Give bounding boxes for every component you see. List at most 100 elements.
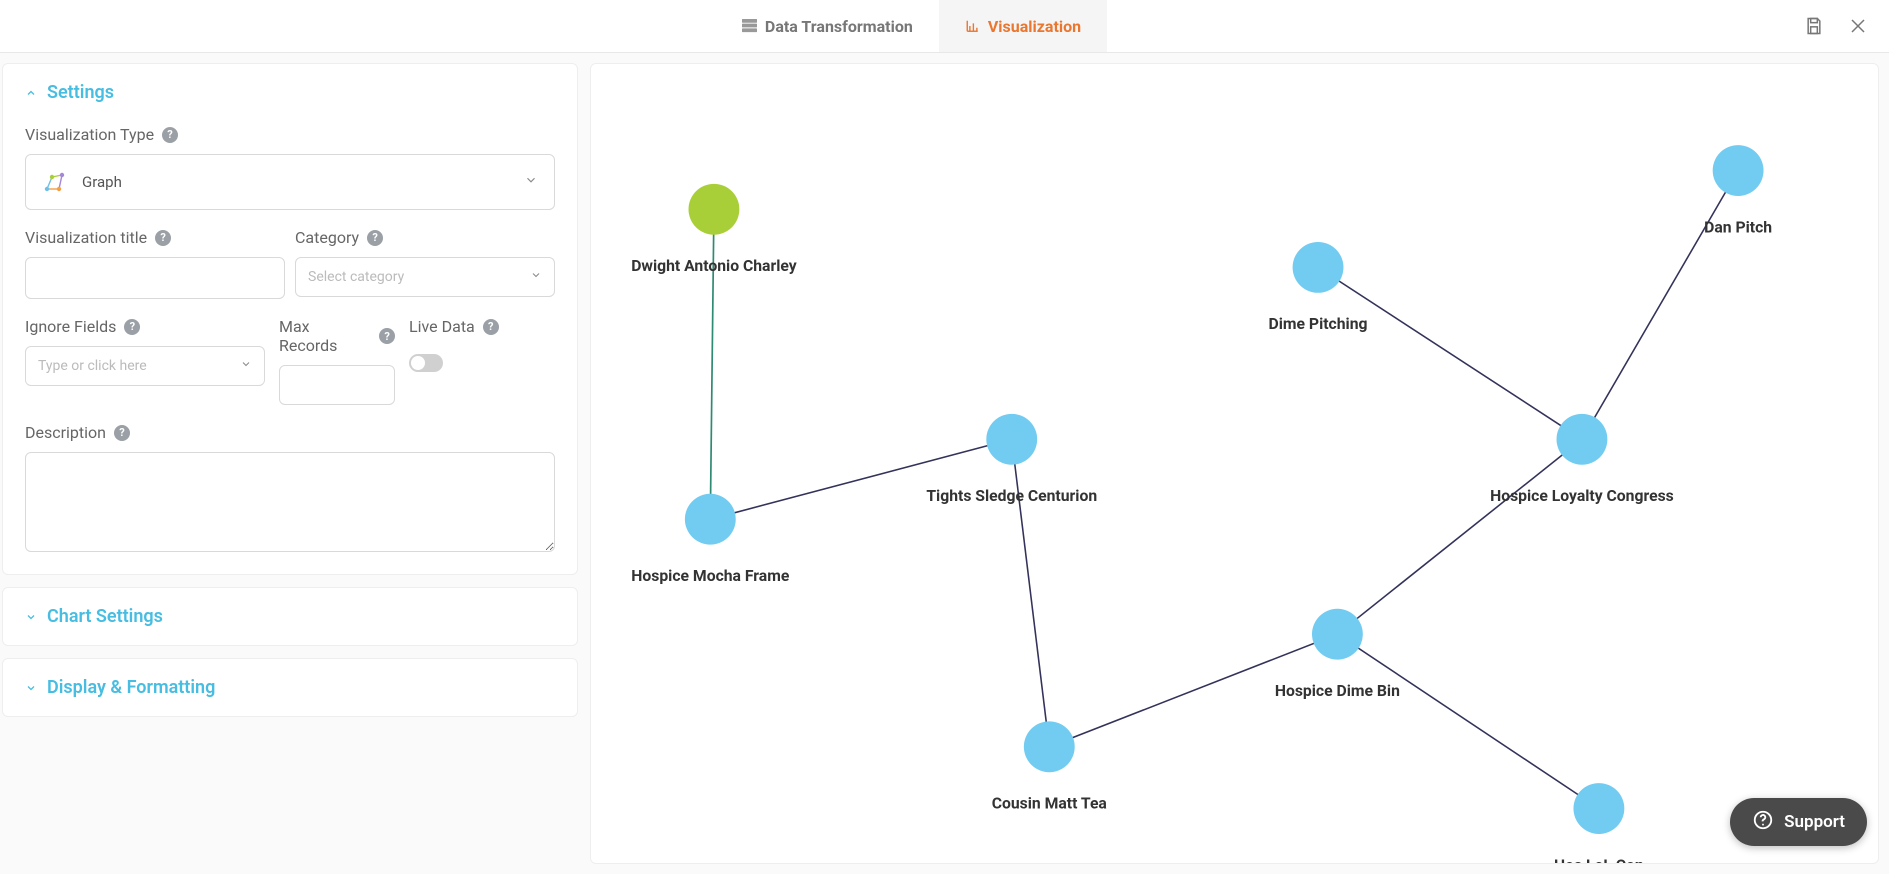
row-ignore-max-live: Ignore Fields ? Type or click here Ma <box>25 317 555 405</box>
panel-chart-settings-title: Chart Settings <box>47 606 163 627</box>
chevron-down-icon <box>25 682 37 694</box>
graph-node[interactable] <box>1573 783 1624 834</box>
label-ignore-text: Ignore Fields <box>25 317 116 336</box>
live-data-toggle[interactable] <box>409 354 443 372</box>
graph-node[interactable] <box>1024 721 1075 772</box>
close-icon[interactable] <box>1847 15 1869 37</box>
viz-type-select[interactable]: Graph <box>25 154 555 210</box>
sidebar: Settings Visualization Type ? Graph <box>2 63 578 864</box>
graph-svg[interactable]: Dwight Antonio Charley Dime Pitching Dan P… <box>591 64 1878 863</box>
help-circle-icon <box>1752 809 1774 836</box>
panel-display-formatting-header[interactable]: Display & Formatting <box>25 677 555 698</box>
field-live-data: Live Data ? <box>409 317 499 372</box>
topbar-spacer-left <box>20 0 716 52</box>
topbar-actions <box>1803 0 1869 52</box>
viz-type-value: Graph <box>82 173 122 191</box>
tab-label-data-transformation: Data Transformation <box>765 17 913 36</box>
graph-edge <box>1337 634 1598 808</box>
graph-edge <box>1337 439 1582 634</box>
graph-edge <box>710 439 1011 519</box>
chevron-down-icon <box>240 358 252 374</box>
field-viz-type: Visualization Type ? Graph <box>25 125 555 210</box>
label-max-records-text: Max Records <box>279 317 371 355</box>
ignore-fields-placeholder: Type or click here <box>38 358 147 374</box>
graph-node-label: Cousin Matt Tea <box>992 794 1107 813</box>
label-ignore: Ignore Fields ? <box>25 317 265 336</box>
label-viz-title: Visualization title ? <box>25 228 285 247</box>
graph-node[interactable] <box>986 414 1037 465</box>
label-viz-type-text: Visualization Type <box>25 125 154 144</box>
graph-node-label: Hospice Mocha Frame <box>631 566 790 585</box>
graph-node-label: Hos LoL Con <box>1554 855 1644 863</box>
viz-title-input[interactable] <box>25 257 285 299</box>
category-select[interactable]: Select category <box>295 257 555 297</box>
label-description: Description ? <box>25 423 555 442</box>
panel-chart-settings: Chart Settings <box>2 587 578 646</box>
field-max-records: Max Records ? <box>279 317 395 405</box>
help-icon[interactable]: ? <box>124 319 140 335</box>
label-viz-type: Visualization Type ? <box>25 125 555 144</box>
graph-node-label: Dime Pitching <box>1269 314 1368 333</box>
support-label: Support <box>1784 812 1845 832</box>
chevron-up-icon <box>25 87 37 99</box>
field-viz-title: Visualization title ? <box>25 228 285 299</box>
panel-display-formatting-title: Display & Formatting <box>47 677 215 698</box>
description-textarea[interactable] <box>25 452 555 552</box>
help-icon[interactable]: ? <box>114 425 130 441</box>
panel-settings-body: Visualization Type ? Graph <box>25 125 555 556</box>
help-icon[interactable]: ? <box>483 319 499 335</box>
panel-settings-header[interactable]: Settings <box>25 82 555 103</box>
graph-node-label: Tights Sledge Centurion <box>926 486 1097 505</box>
label-description-text: Description <box>25 423 106 442</box>
graph-node-label: Dan Pitch <box>1704 217 1772 236</box>
chevron-down-icon <box>25 611 37 623</box>
table-icon <box>742 19 757 33</box>
graph-node-label: Dwight Antonio Charley <box>631 256 797 275</box>
help-icon[interactable]: ? <box>155 230 171 246</box>
graph-edge <box>1582 171 1738 440</box>
label-viz-title-text: Visualization title <box>25 228 147 247</box>
panel-display-formatting: Display & Formatting <box>2 658 578 717</box>
label-category-text: Category <box>295 228 359 247</box>
graph-edge <box>1318 267 1582 439</box>
topbar-spacer-right <box>1107 0 1803 52</box>
topbar-tabs: Data Transformation Visualization <box>716 0 1107 52</box>
tab-label-visualization: Visualization <box>988 17 1081 36</box>
ignore-fields-select[interactable]: Type or click here <box>25 346 265 386</box>
graph-node[interactable] <box>1293 242 1344 293</box>
save-icon[interactable] <box>1803 15 1825 37</box>
panel-settings: Settings Visualization Type ? Graph <box>2 63 578 575</box>
label-category: Category ? <box>295 228 555 247</box>
support-button[interactable]: Support <box>1730 798 1867 846</box>
topbar: Data Transformation Visualization <box>0 0 1889 53</box>
help-icon[interactable]: ? <box>367 230 383 246</box>
graph-node[interactable] <box>689 184 740 235</box>
chevron-down-icon <box>524 173 538 191</box>
label-max-records: Max Records ? <box>279 317 395 355</box>
field-category: Category ? Select category <box>295 228 555 299</box>
panel-chart-settings-header[interactable]: Chart Settings <box>25 606 555 627</box>
panel-settings-title: Settings <box>47 82 114 103</box>
main-area: Settings Visualization Type ? Graph <box>0 53 1889 874</box>
graph-node[interactable] <box>1312 609 1363 660</box>
chevron-down-icon <box>530 269 542 285</box>
graph-node-label: Hospice Loyalty Congress <box>1490 486 1674 505</box>
label-live-data-text: Live Data <box>409 317 475 336</box>
category-placeholder: Select category <box>308 269 404 285</box>
tab-data-transformation[interactable]: Data Transformation <box>716 0 939 52</box>
chart-icon <box>965 19 980 33</box>
row-title-category: Visualization title ? Category ? Select … <box>25 228 555 299</box>
graph-node[interactable] <box>685 494 736 545</box>
label-live-data: Live Data ? <box>409 317 499 336</box>
graph-node-label: Hospice Dime Bin <box>1275 681 1400 700</box>
field-description: Description ? <box>25 423 555 556</box>
max-records-input[interactable] <box>279 365 395 405</box>
graph-node[interactable] <box>1557 414 1608 465</box>
tab-visualization[interactable]: Visualization <box>939 0 1107 52</box>
help-icon[interactable]: ? <box>162 127 178 143</box>
graph-type-icon <box>42 169 68 195</box>
field-ignore: Ignore Fields ? Type or click here <box>25 317 265 386</box>
graph-node[interactable] <box>1713 145 1764 196</box>
graph-canvas[interactable]: Dwight Antonio Charley Dime Pitching Dan P… <box>590 63 1879 864</box>
help-icon[interactable]: ? <box>379 328 395 344</box>
